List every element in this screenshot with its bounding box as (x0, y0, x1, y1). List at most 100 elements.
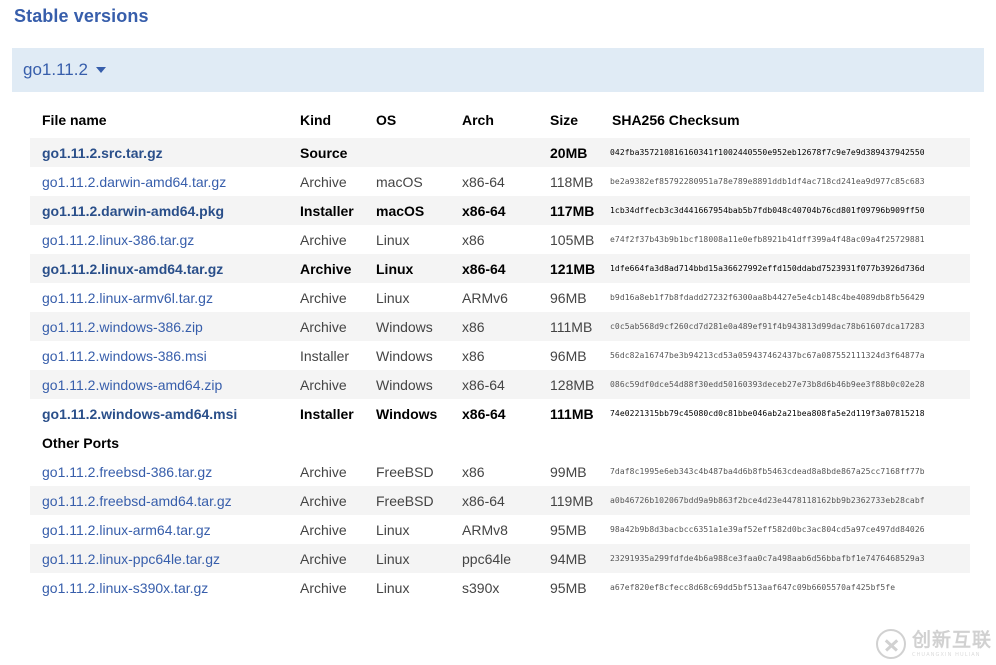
table-row: go1.11.2.freebsd-amd64.tar.gz Archive Free… (30, 486, 970, 515)
cell-size: 94MB (538, 544, 600, 573)
downloads-page: Stable versions go1.11.2 File name Kind … (0, 0, 996, 665)
column-header-checksum: SHA256 Checksum (612, 112, 740, 128)
cell-file-name: go1.11.2.linux-386.tar.gz (30, 225, 288, 254)
cell-file-name: go1.11.2.windows-amd64.zip (30, 370, 288, 399)
cell-kind: Archive (300, 173, 347, 190)
cell-size: 118MB (550, 173, 594, 190)
cell-checksum: 1cb34dffecb3c3d441667954bab5b7fdb048c407… (600, 196, 970, 225)
cell-arch: ppc64le (450, 544, 538, 573)
table-row: go1.11.2.linux-arm64.tar.gz Archive Linux A… (30, 515, 970, 544)
cell-arch: x86-64 (462, 405, 506, 422)
cell-kind: Archive (288, 312, 364, 341)
cell-checksum: e74f2f37b43b9b1bcf18008a11e0efb8921b41df… (610, 235, 925, 244)
table-header-row: File name Kind OS Arch Size SHA256 Check… (30, 104, 970, 138)
cell-checksum: be2a9382ef85792280951a78e789e8891ddb1df4… (610, 177, 925, 186)
cell-os (364, 138, 450, 167)
cell-kind: Archive (300, 463, 347, 480)
cell-size: 96MB (550, 289, 587, 306)
table-row: go1.11.2.darwin-amd64.pkg Installer macOS x… (30, 196, 970, 225)
cell-os: Linux (376, 289, 410, 306)
cell-kind: Source (288, 138, 364, 167)
cell-os: Linux (376, 231, 410, 248)
cell-arch: x86-64 (450, 196, 538, 225)
table-row: go1.11.2.windows-amd64.zip Archive Windows… (30, 370, 970, 399)
cell-checksum: 7daf8c1995e6eb343c4b487ba4d6b8fb5463cdea… (610, 467, 925, 476)
download-link[interactable]: go1.11.2.windows-amd64.msi (42, 406, 237, 422)
cell-arch: x86-64 (462, 173, 505, 190)
version-selector-label: go1.11.2 (23, 60, 88, 79)
download-link[interactable]: go1.11.2.darwin-amd64.pkg (42, 203, 224, 219)
section-header-other-ports: Other Ports (30, 428, 970, 457)
cell-size: 111MB (538, 312, 600, 341)
cell-file-name: go1.11.2.linux-arm64.tar.gz (30, 515, 288, 544)
cell-file-name: go1.11.2.linux-s390x.tar.gz (30, 573, 288, 602)
cell-file-name: go1.11.2.linux-armv6l.tar.gz (30, 283, 288, 312)
download-link[interactable]: go1.11.2.darwin-amd64.tar.gz (42, 174, 226, 190)
table-row: go1.11.2.src.tar.gz Source 20MB 042fba35721… (30, 138, 970, 167)
watermark-subtitle: CHUANGXIN HULIAN (911, 651, 981, 658)
cell-arch: ARMv6 (462, 289, 508, 306)
cell-checksum: 98a42b9b8d3bacbcc6351a1e39af52eff582d0bc… (610, 525, 925, 534)
downloads-table: File name Kind OS Arch Size SHA256 Check… (30, 104, 970, 602)
cell-arch (450, 138, 538, 167)
cell-os: Linux (364, 544, 450, 573)
version-selector-toggle[interactable]: go1.11.2 (12, 48, 984, 92)
download-link[interactable]: go1.11.2.linux-386.tar.gz (42, 232, 194, 248)
cell-file-name: go1.11.2.src.tar.gz (30, 138, 288, 167)
cell-arch: x86-64 (450, 370, 538, 399)
cell-file-name: go1.11.2.windows-386.zip (30, 312, 288, 341)
cell-checksum: 23291935a299fdfde4b6a988ce3faa0c7a498aab… (600, 544, 970, 573)
cell-checksum: a67ef820ef8cfecc8d68c69dd5bf513aaf647c09… (610, 583, 896, 592)
cell-checksum: a0b46726b102067bdd9a9b863f2bce4d23e44781… (600, 486, 970, 515)
cell-size: 117MB (538, 196, 600, 225)
cell-checksum: 74e0221315bb79c45080cd0c81bbe046ab2a21be… (610, 409, 925, 418)
download-link[interactable]: go1.11.2.windows-386.msi (42, 348, 207, 364)
download-link[interactable]: go1.11.2.freebsd-amd64.tar.gz (42, 493, 232, 509)
download-link[interactable]: go1.11.2.src.tar.gz (42, 145, 163, 161)
download-link[interactable]: go1.11.2.freebsd-386.tar.gz (42, 464, 212, 480)
table-header: File name Kind OS Arch Size SHA256 Check… (30, 104, 970, 138)
cell-size: 111MB (550, 405, 594, 422)
watermark-text: 创新互联 CHUANGXIN HULIAN (911, 628, 992, 658)
cell-arch: x86 (462, 231, 485, 248)
column-header-kind: Kind (300, 112, 332, 128)
watermark-title: 创新互联 (911, 628, 992, 651)
watermark-logo-icon (875, 629, 906, 659)
cell-size: 99MB (550, 463, 587, 480)
watermark: 创新互联 CHUANGXIN HULIAN (875, 628, 992, 659)
cell-arch: x86-64 (450, 254, 538, 283)
column-header-file-name: File name (42, 112, 107, 128)
download-link[interactable]: go1.11.2.linux-s390x.tar.gz (42, 580, 208, 596)
section-header-label: Other Ports (30, 428, 970, 457)
table-row: go1.11.2.windows-386.zip Archive Windows x8… (30, 312, 970, 341)
download-link[interactable]: go1.11.2.windows-amd64.zip (42, 377, 222, 393)
cell-arch: x86 (462, 463, 485, 480)
cell-file-name: go1.11.2.windows-amd64.msi (30, 399, 288, 428)
cell-os: macOS (364, 196, 450, 225)
cell-file-name: go1.11.2.darwin-amd64.pkg (30, 196, 288, 225)
cell-arch: x86 (450, 312, 538, 341)
cell-kind: Archive (288, 486, 364, 515)
table-row: go1.11.2.windows-386.msi Installer Windows… (30, 341, 970, 370)
cell-checksum: 56dc82a16747be3b94213cd53a059437462437bc… (610, 351, 925, 360)
cell-os: Linux (364, 254, 450, 283)
download-link[interactable]: go1.11.2.windows-386.zip (42, 319, 203, 335)
cell-kind: Installer (300, 347, 350, 364)
download-link[interactable]: go1.11.2.linux-ppc64le.tar.gz (42, 551, 220, 567)
cell-file-name: go1.11.2.linux-ppc64le.tar.gz (30, 544, 288, 573)
cell-size: 119MB (538, 486, 600, 515)
download-link[interactable]: go1.11.2.linux-amd64.tar.gz (42, 261, 223, 277)
cell-file-name: go1.11.2.windows-386.msi (30, 341, 288, 370)
cell-os: Windows (364, 312, 450, 341)
column-header-os: OS (376, 112, 397, 128)
table-row: go1.11.2.windows-amd64.msi Installer Windo… (30, 399, 970, 428)
cell-arch: s390x (462, 579, 500, 596)
cell-checksum: 1dfe664fa3d8ad714bbd15a36627992effd150dd… (600, 254, 970, 283)
cell-os: Windows (376, 347, 433, 364)
cell-size: 96MB (550, 347, 587, 364)
table-row: go1.11.2.linux-ppc64le.tar.gz Archive Linu… (30, 544, 970, 573)
download-link[interactable]: go1.11.2.linux-armv6l.tar.gz (42, 290, 213, 306)
cell-file-name: go1.11.2.linux-amd64.tar.gz (30, 254, 288, 283)
download-link[interactable]: go1.11.2.linux-arm64.tar.gz (42, 522, 211, 538)
chevron-down-icon (95, 67, 106, 73)
